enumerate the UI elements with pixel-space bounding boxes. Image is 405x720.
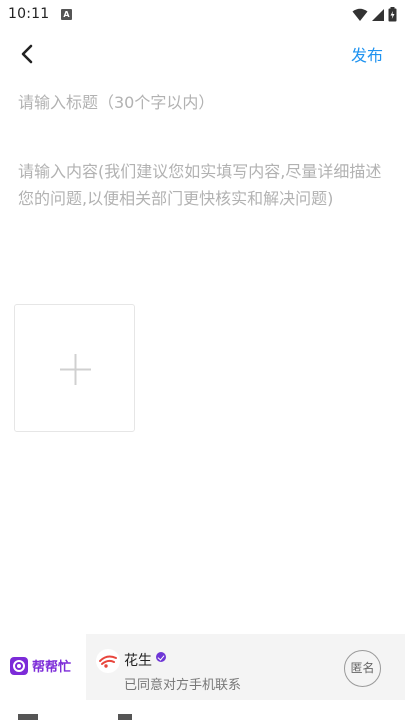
status-time: 10:11 <box>8 6 50 22</box>
consent-text: 已同意对方手机联系 <box>124 678 242 693</box>
nav-bar-hint <box>18 714 38 720</box>
app-notification-icon: A <box>61 9 72 20</box>
header: 发布 <box>0 34 405 74</box>
plus-icon <box>60 354 91 385</box>
signal-logo-icon <box>99 655 117 668</box>
battery-icon <box>388 7 397 22</box>
nav-bar-hint <box>118 714 132 720</box>
publish-button[interactable]: 发布 <box>351 42 383 66</box>
title-input[interactable] <box>18 86 388 118</box>
signal-icon <box>372 8 384 21</box>
brand-logo-icon <box>10 656 28 675</box>
brand[interactable]: 帮帮忙 <box>10 656 71 675</box>
image-upload-button[interactable] <box>14 304 135 432</box>
user-card: 花生 已同意对方手机联系 匿名 <box>86 634 405 700</box>
user-name: 花生 <box>124 653 152 669</box>
content-input[interactable] <box>18 158 390 278</box>
status-indicators <box>352 7 397 22</box>
anonymous-button[interactable]: 匿名 <box>344 650 381 687</box>
back-button[interactable] <box>14 40 42 68</box>
status-bar: 10:11 A <box>0 0 405 30</box>
wifi-icon <box>352 8 368 21</box>
chevron-left-icon <box>21 44 33 64</box>
footer: 帮帮忙 花生 已同意对方手机联系 匿名 <box>0 632 405 700</box>
verified-icon <box>156 652 166 662</box>
brand-label: 帮帮忙 <box>32 660 72 675</box>
user-avatar <box>96 649 120 673</box>
